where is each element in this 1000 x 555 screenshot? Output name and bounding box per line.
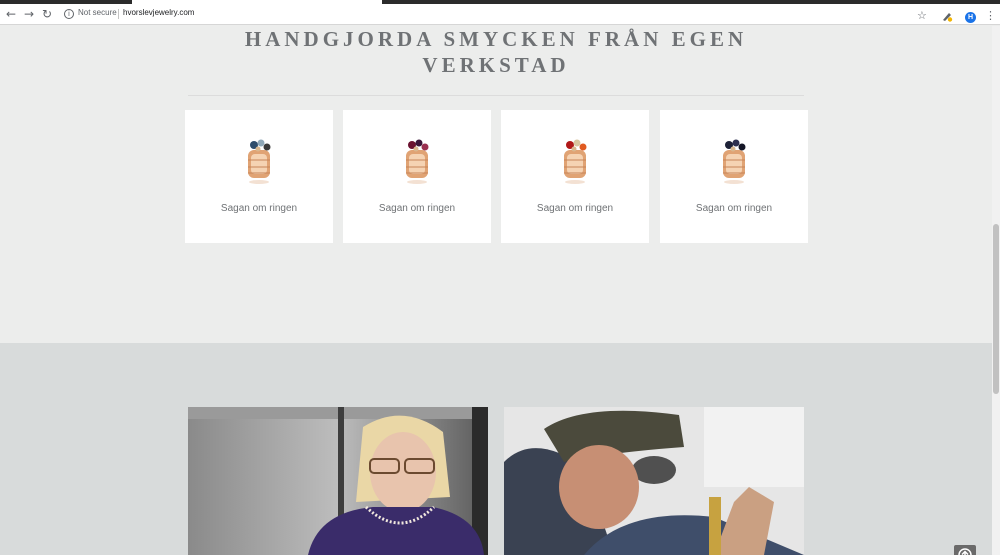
browser-toolbar: ← → ↻ i Not secure hvorslevjewelry.com ☆… [0,4,1000,25]
section-heading: HANDGJORDA SMYCKEN FRÅN EGEN VERKSTAD [244,27,748,77]
product-title[interactable]: Sagan om ringen [660,203,808,214]
ring-image [406,139,429,184]
star-icon[interactable]: ☆ [917,10,927,21]
pencil-extension-icon[interactable] [941,10,953,22]
address-bar[interactable]: i Not secure hvorslevjewelry.com [58,6,908,23]
product-title[interactable]: Sagan om ringen [501,203,649,214]
omnibox-separator [118,9,119,19]
arrow-up-circle-icon [958,548,972,555]
product-card[interactable]: Sagan om ringen [501,110,649,243]
profile-avatar[interactable]: H [965,12,976,23]
vertical-dots-icon[interactable]: ⋮ [985,10,996,21]
ring-image [723,139,746,184]
security-label: Not secure [78,8,117,17]
ring-image [248,139,271,184]
product-card[interactable]: Sagan om ringen [660,110,808,243]
product-title[interactable]: Sagan om ringen [185,203,333,214]
products-section: HANDGJORDA SMYCKEN FRÅN EGEN VERKSTAD Sa… [0,26,992,343]
product-title[interactable]: Sagan om ringen [343,203,491,214]
page-scrollbar[interactable] [992,26,1000,555]
arrow-right-icon[interactable]: → [22,7,36,21]
craftsman-photo [504,407,804,555]
url-text[interactable]: hvorslevjewelry.com [123,8,194,17]
about-section [0,343,992,555]
reload-icon[interactable]: ↻ [40,7,54,21]
arrow-left-icon[interactable]: ← [4,7,18,21]
scroll-to-top-button[interactable] [954,545,976,555]
ring-image [564,139,587,184]
heading-divider [188,95,804,96]
portrait-photo-woman [188,407,488,555]
product-card[interactable]: Sagan om ringen [185,110,333,243]
page-content: HANDGJORDA SMYCKEN FRÅN EGEN VERKSTAD Sa… [0,26,992,555]
scrollbar-thumb[interactable] [993,224,999,394]
product-card[interactable]: Sagan om ringen [343,110,491,243]
info-icon[interactable]: i [64,9,74,19]
